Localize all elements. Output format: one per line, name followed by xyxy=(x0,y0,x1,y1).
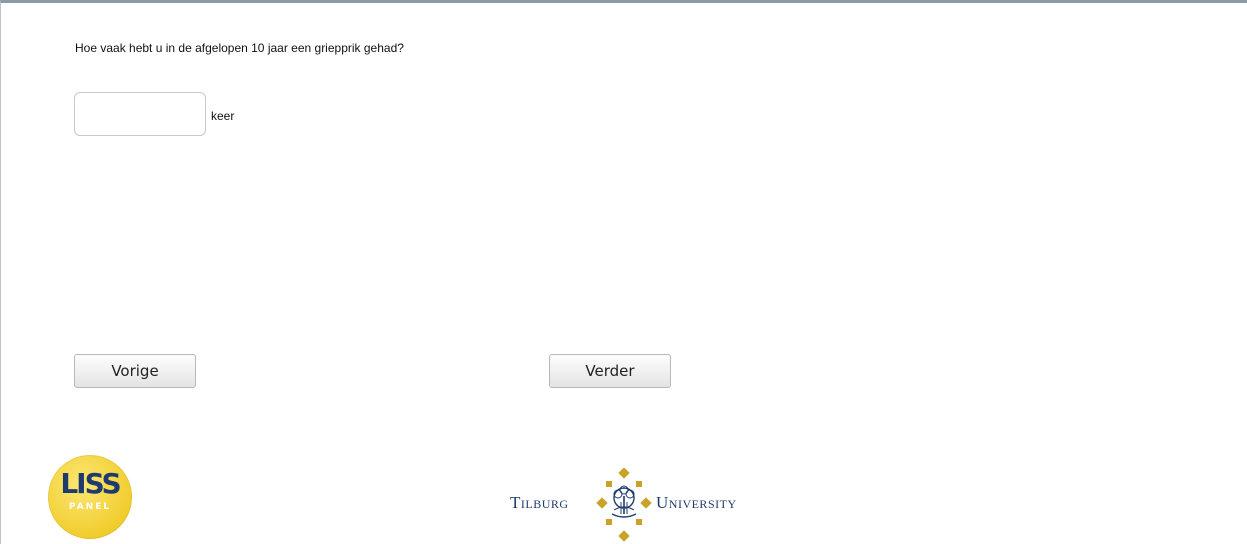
survey-page: Hoe vaak hebt u in de afgelopen 10 jaar … xyxy=(0,0,1247,544)
liss-logo-panel: PANEL xyxy=(68,502,112,512)
tilburg-emblem-icon xyxy=(596,468,652,542)
next-button[interactable]: Verder xyxy=(549,354,671,388)
liss-logo-word: LISS xyxy=(60,467,121,500)
previous-button[interactable]: Vorige xyxy=(74,354,196,388)
question-text: Hoe vaak hebt u in de afgelopen 10 jaar … xyxy=(75,41,404,55)
tilburg-university-logo: Tilburg University xyxy=(510,468,770,542)
answer-input[interactable] xyxy=(74,92,206,136)
tilburg-logo-right: University xyxy=(656,493,737,512)
liss-panel-logo: LISS PANEL xyxy=(48,455,132,539)
unit-label: keer xyxy=(211,109,235,123)
tilburg-logo-left: Tilburg xyxy=(510,493,569,512)
